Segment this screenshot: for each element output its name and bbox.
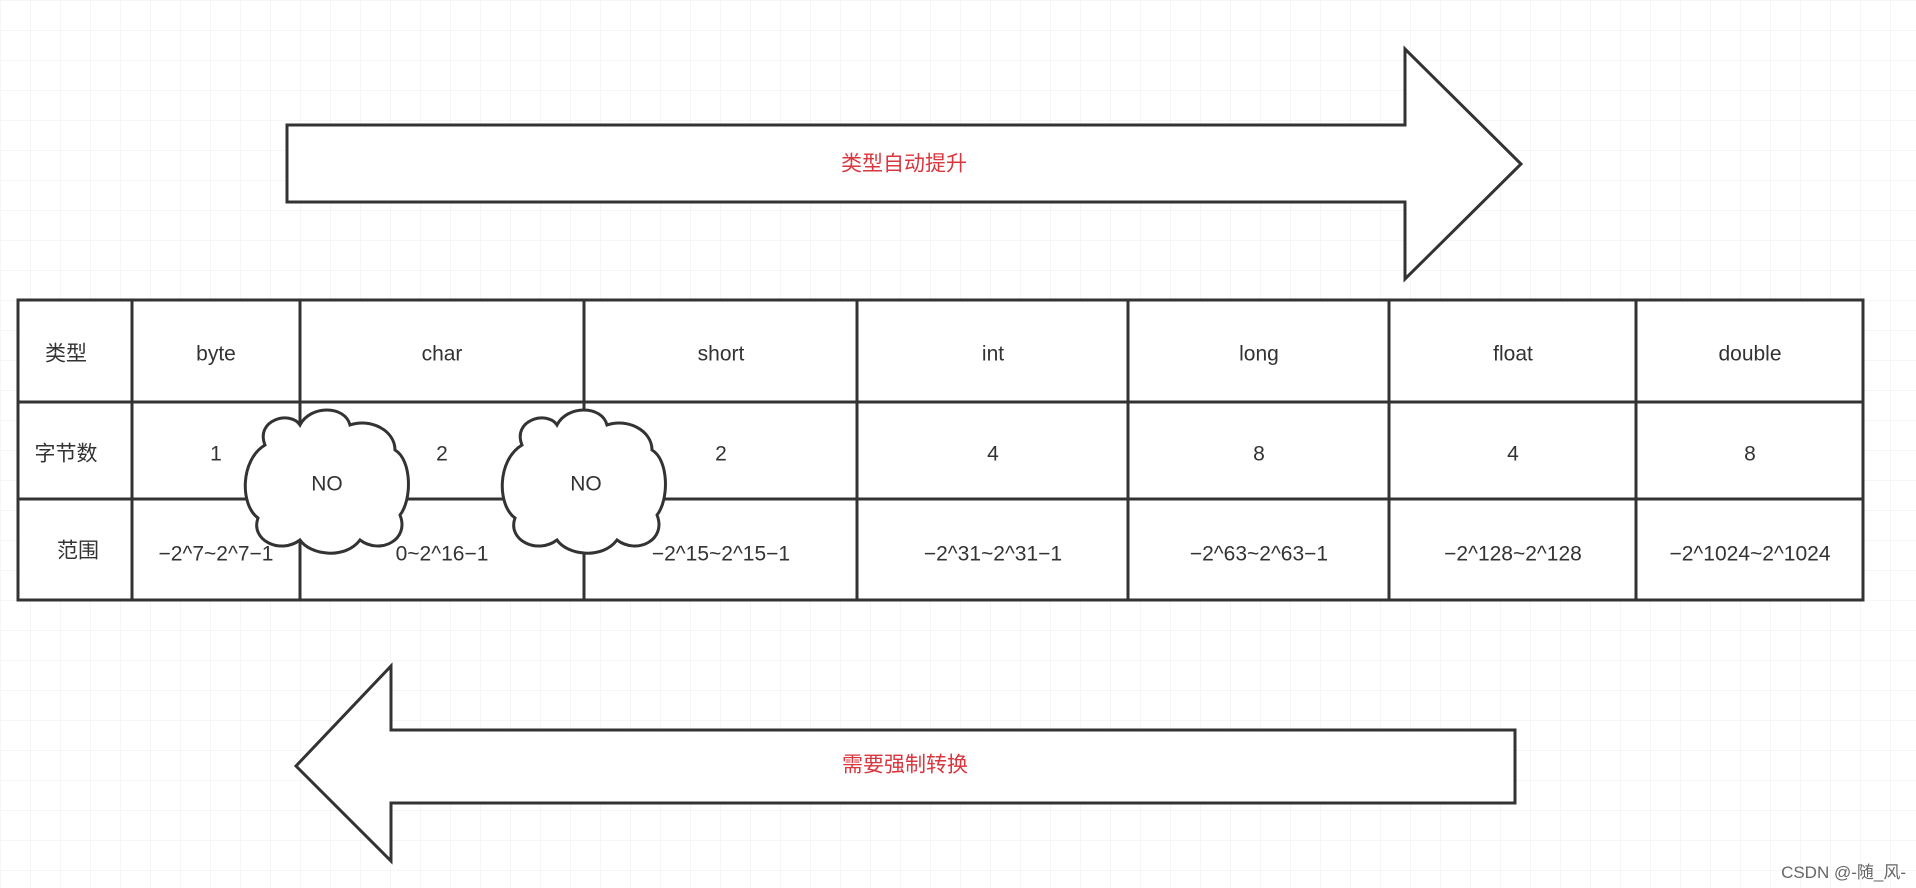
cell-int-range: −2^31~2^31−1 [924, 543, 1062, 566]
row-header-type: 类型 [45, 343, 87, 366]
cell-long-range: −2^63~2^63−1 [1190, 543, 1328, 566]
bottom-arrow-label: 需要强制转换 [842, 754, 968, 777]
cell-byte-bytes: 1 [210, 443, 222, 466]
cloud-no-1: NO [243, 408, 410, 555]
cell-int-type: int [982, 343, 1004, 366]
cell-double-type: double [1718, 343, 1781, 366]
cell-char-range: 0~2^16−1 [396, 543, 489, 566]
diagram-canvas: 类型自动提升 需要强制转换 类型 字节数 范围 byte 1 −2^7~2^7−1 c… [0, 0, 1916, 888]
cloud-label: NO [311, 473, 343, 496]
row-header-range: 范围 [57, 540, 99, 563]
cloud-label: NO [570, 473, 602, 496]
watermark: CSDN @-随_风- [1781, 863, 1906, 882]
cell-int-bytes: 4 [987, 443, 999, 466]
cell-short-type: short [698, 343, 745, 366]
row-header-bytes: 字节数 [35, 443, 98, 466]
cell-double-range: −2^1024~2^1024 [1669, 543, 1830, 566]
cloud-no-2: NO [500, 408, 667, 555]
cell-float-range: −2^128~2^128 [1444, 543, 1582, 566]
cell-long-bytes: 8 [1253, 443, 1265, 466]
cell-char-type: char [422, 343, 463, 366]
cell-float-type: float [1493, 343, 1533, 366]
cell-byte-range: −2^7~2^7−1 [159, 543, 274, 566]
cell-short-range: −2^15~2^15−1 [652, 543, 790, 566]
cell-short-bytes: 2 [715, 443, 727, 466]
cell-float-bytes: 4 [1507, 443, 1519, 466]
top-arrow-label: 类型自动提升 [841, 153, 967, 176]
cell-char-bytes: 2 [436, 443, 448, 466]
cell-double-bytes: 8 [1744, 443, 1756, 466]
cell-byte-type: byte [196, 343, 236, 366]
cell-long-type: long [1239, 343, 1279, 366]
